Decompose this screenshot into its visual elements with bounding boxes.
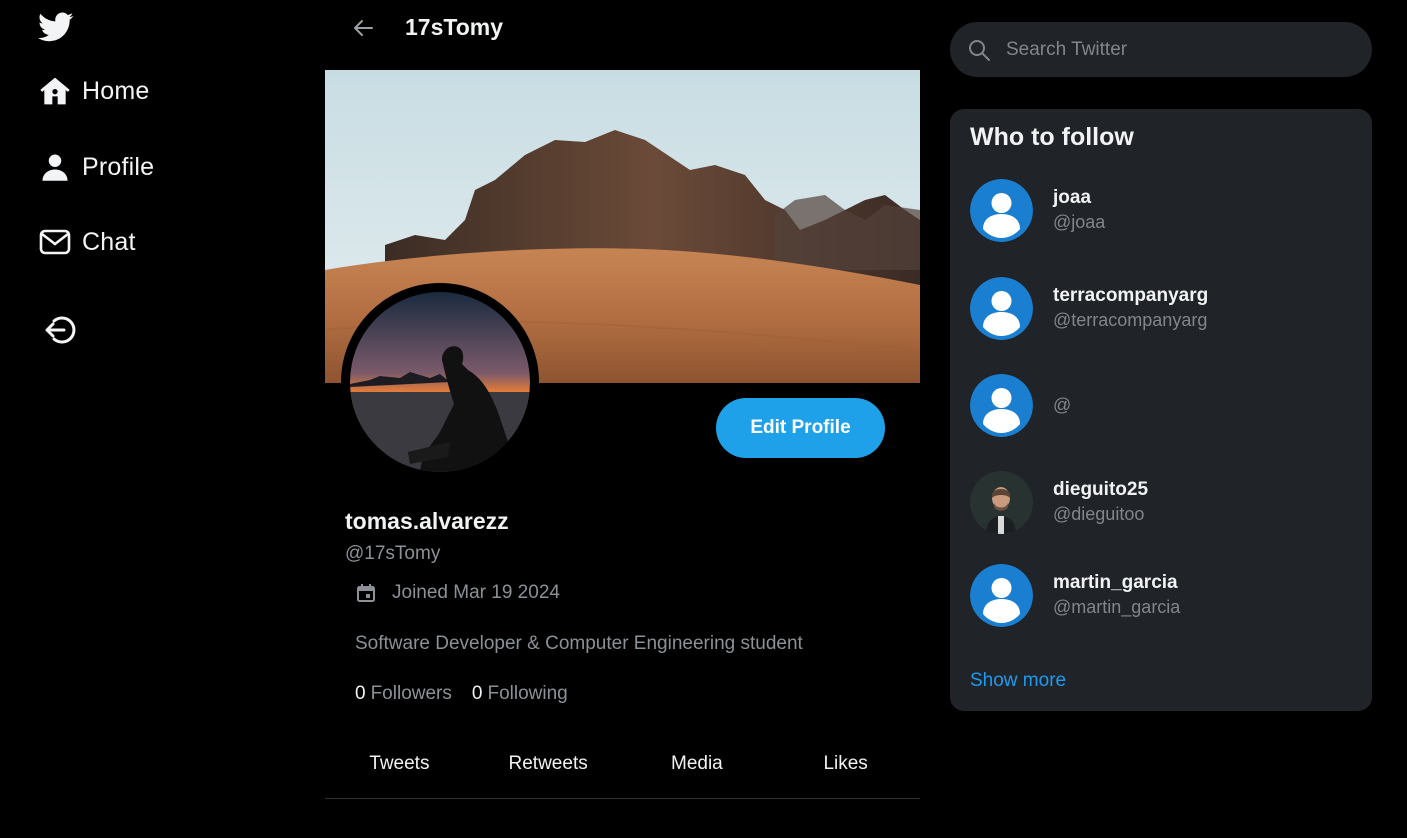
- edit-profile-button[interactable]: Edit Profile: [716, 398, 885, 458]
- home-icon: [38, 74, 72, 108]
- who-to-follow-title: Who to follow: [970, 123, 1134, 151]
- show-more-link[interactable]: Show more: [970, 670, 1066, 692]
- default-avatar-icon: [970, 178, 1033, 242]
- default-avatar-icon: [970, 563, 1033, 627]
- suggestion-handle: @terracompanyarg: [1053, 310, 1208, 330]
- suggestion-handle: @martin_garcia: [1053, 597, 1181, 617]
- suggestion-handle: @joaa: [1053, 212, 1106, 232]
- nav-item-label: Home: [82, 76, 150, 105]
- followers-link[interactable]: 0 Followers: [355, 683, 452, 705]
- follow-suggestion[interactable]: @: [970, 373, 1350, 437]
- follow-suggestion[interactable]: terracompanyarg @terracompanyarg: [970, 276, 1350, 340]
- nav-item-chat[interactable]: Chat: [38, 225, 136, 259]
- tab-likes[interactable]: Likes: [771, 730, 920, 798]
- search-input[interactable]: [1006, 38, 1346, 61]
- profile-avatar-frame: [341, 283, 539, 481]
- profile-column: 17sTomy Edit Profile tomas.alvarezz @17s…: [325, 0, 920, 838]
- following-link[interactable]: 0 Following: [472, 683, 568, 705]
- nav-item-label: Profile: [82, 152, 155, 181]
- suggestion-name: martin_garcia: [1053, 572, 1178, 593]
- avatar[interactable]: [350, 292, 530, 472]
- avatar: [970, 470, 1033, 534]
- default-avatar-icon: [970, 276, 1033, 340]
- joined-date: Joined Mar 19 2024: [355, 582, 560, 604]
- page-title: 17sTomy: [405, 14, 504, 40]
- calendar-icon: [355, 582, 377, 604]
- default-avatar-icon: [970, 373, 1033, 437]
- search-bar: [950, 22, 1372, 77]
- logout-icon[interactable]: [42, 312, 80, 348]
- profile-tabs: Tweets Retweets Media Likes: [325, 730, 920, 799]
- profile-handle: @17sTomy: [345, 543, 441, 564]
- left-nav: Home Profile Chat: [0, 0, 300, 838]
- suggestion-handle: @dieguitoo: [1053, 504, 1145, 524]
- twitter-bird-icon[interactable]: [38, 12, 74, 44]
- following-label: Following: [487, 683, 568, 704]
- follow-suggestion[interactable]: joaa @joaa: [970, 178, 1350, 242]
- nav-item-home[interactable]: Home: [38, 74, 150, 108]
- profile-bio: Software Developer & Computer Engineerin…: [355, 633, 803, 654]
- follow-suggestion[interactable]: martin_garcia @martin_garcia: [970, 563, 1350, 627]
- joined-text: Joined Mar 19 2024: [392, 582, 560, 603]
- who-to-follow-panel: Who to follow joaa @joaa terracompanyarg…: [950, 109, 1372, 711]
- profile-header: 17sTomy: [325, 0, 920, 60]
- profile-display-name: tomas.alvarezz: [345, 508, 509, 534]
- mail-icon: [38, 225, 72, 259]
- arrow-left-icon[interactable]: [347, 12, 379, 44]
- tab-tweets[interactable]: Tweets: [325, 730, 474, 798]
- nav-item-profile[interactable]: Profile: [38, 150, 154, 184]
- suggestion-name: joaa: [1053, 187, 1092, 208]
- nav-item-label: Chat: [82, 227, 136, 256]
- suggestion-name: terracompanyarg: [1053, 285, 1209, 306]
- follow-stats: 0 Followers 0 Following: [355, 683, 588, 705]
- following-count: 0: [471, 683, 483, 704]
- suggestion-name: dieguito25: [1053, 479, 1149, 500]
- followers-label: Followers: [370, 683, 452, 704]
- follow-suggestion[interactable]: dieguito25 @dieguitoo: [970, 470, 1350, 534]
- person-icon: [38, 150, 72, 184]
- tab-retweets[interactable]: Retweets: [474, 730, 623, 798]
- search-icon: [966, 37, 992, 63]
- suggestion-handle: @: [1053, 395, 1072, 415]
- tab-media[interactable]: Media: [623, 730, 772, 798]
- followers-count: 0: [355, 683, 366, 704]
